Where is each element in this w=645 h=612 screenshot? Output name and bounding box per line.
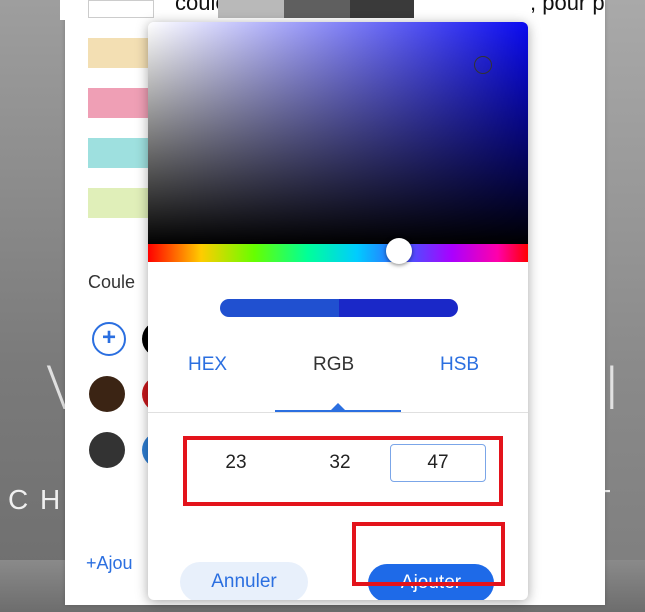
color-preview-bar xyxy=(220,299,458,317)
color-picker-popup: HEX RGB HSB 23 32 47 Annuler Ajouter xyxy=(148,22,528,600)
top-swatch[interactable] xyxy=(284,0,350,18)
active-tab-caret xyxy=(331,403,345,410)
add-button-highlight xyxy=(352,522,505,586)
color-circle[interactable] xyxy=(89,432,125,468)
top-swatch[interactable] xyxy=(218,0,284,18)
background-letters-left: C H xyxy=(8,484,63,515)
cancel-button[interactable]: Annuler xyxy=(180,562,308,600)
tab-hex[interactable]: HEX xyxy=(188,354,227,376)
tab-rgb[interactable]: RGB xyxy=(313,354,354,376)
previous-color-preview xyxy=(220,299,339,317)
add-color-link[interactable]: +Ajou xyxy=(86,553,133,574)
top-swatch[interactable] xyxy=(350,0,414,18)
new-color-preview xyxy=(339,299,458,317)
saturation-brightness-handle[interactable] xyxy=(474,56,492,74)
color-circle[interactable] xyxy=(89,376,125,412)
hue-slider-handle[interactable] xyxy=(386,238,412,264)
top-text-right: , pour p xyxy=(530,0,605,15)
tabs-divider xyxy=(148,412,528,413)
add-color-button[interactable]: + xyxy=(92,322,126,356)
tab-hsb[interactable]: HSB xyxy=(440,354,479,376)
top-swatch[interactable] xyxy=(88,0,154,18)
hue-slider[interactable] xyxy=(148,244,528,262)
color-mode-tabs: HEX RGB HSB xyxy=(148,344,528,414)
saturation-brightness-area[interactable] xyxy=(148,22,528,245)
rgb-inputs-highlight xyxy=(183,436,503,506)
color-palette-panel-right xyxy=(520,0,605,470)
background-right xyxy=(600,0,645,612)
background-letter-right: I xyxy=(603,354,621,424)
colors-section-label: Coule xyxy=(88,272,136,292)
background-left xyxy=(0,0,70,612)
